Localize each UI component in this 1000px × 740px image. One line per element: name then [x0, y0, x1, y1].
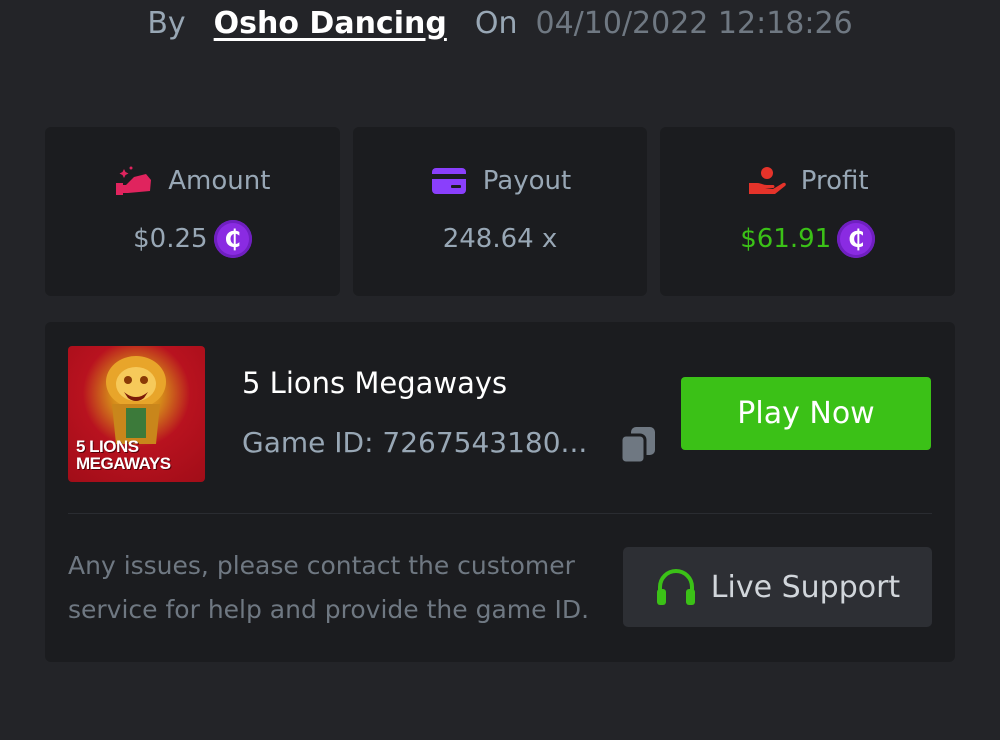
username-link[interactable]: Osho Dancing: [214, 6, 447, 41]
payout-value: 248.64 x: [442, 224, 558, 254]
live-support-label: Live Support: [710, 569, 901, 605]
stat-payout: Payout 248.64 x: [352, 127, 648, 296]
profit-label: Profit: [800, 166, 869, 196]
by-label: By: [147, 5, 186, 41]
profit-hand-icon: [747, 165, 787, 197]
bet-datetime: 04/10/2022 12:18:26: [535, 5, 853, 41]
thumb-title-line1: 5 LIONS: [76, 437, 139, 456]
play-now-button[interactable]: Play Now: [681, 377, 931, 450]
game-thumbnail[interactable]: 5 LIONS MEGAWAYS: [68, 346, 205, 482]
amount-hand-icon: [114, 165, 154, 197]
game-title[interactable]: 5 Lions Megaways: [242, 366, 507, 400]
divider: [68, 513, 932, 514]
live-support-button[interactable]: Live Support: [623, 547, 932, 627]
on-label: On: [474, 5, 518, 41]
headset-icon: [656, 569, 695, 605]
copy-icon[interactable]: [619, 425, 657, 465]
amount-value: $0.25: [133, 224, 208, 254]
bet-byline: By Osho Dancing On 04/10/2022 12:18:26: [0, 0, 1000, 46]
amount-label: Amount: [168, 166, 271, 196]
thumb-title-line2: MEGAWAYS: [76, 454, 171, 473]
profit-value: $61.91: [740, 224, 832, 254]
coin-icon: ₵: [837, 220, 876, 258]
bet-stats: Amount $0.25 ₵ Payout 248.64 x Profit $6…: [45, 127, 956, 296]
payout-label: Payout: [482, 166, 572, 196]
support-help-text: Any issues, please contact the customer …: [68, 551, 590, 624]
lion-statue-image: [106, 356, 166, 444]
stat-profit: Profit $61.91 ₵: [660, 127, 956, 296]
game-id: Game ID: 7267543180...: [242, 426, 588, 459]
coin-icon: ₵: [213, 220, 252, 258]
game-card: 5 LIONS MEGAWAYS 5 Lions Megaways Game I…: [45, 322, 955, 662]
stat-amount: Amount $0.25 ₵: [45, 127, 340, 296]
card-icon: [429, 165, 469, 197]
